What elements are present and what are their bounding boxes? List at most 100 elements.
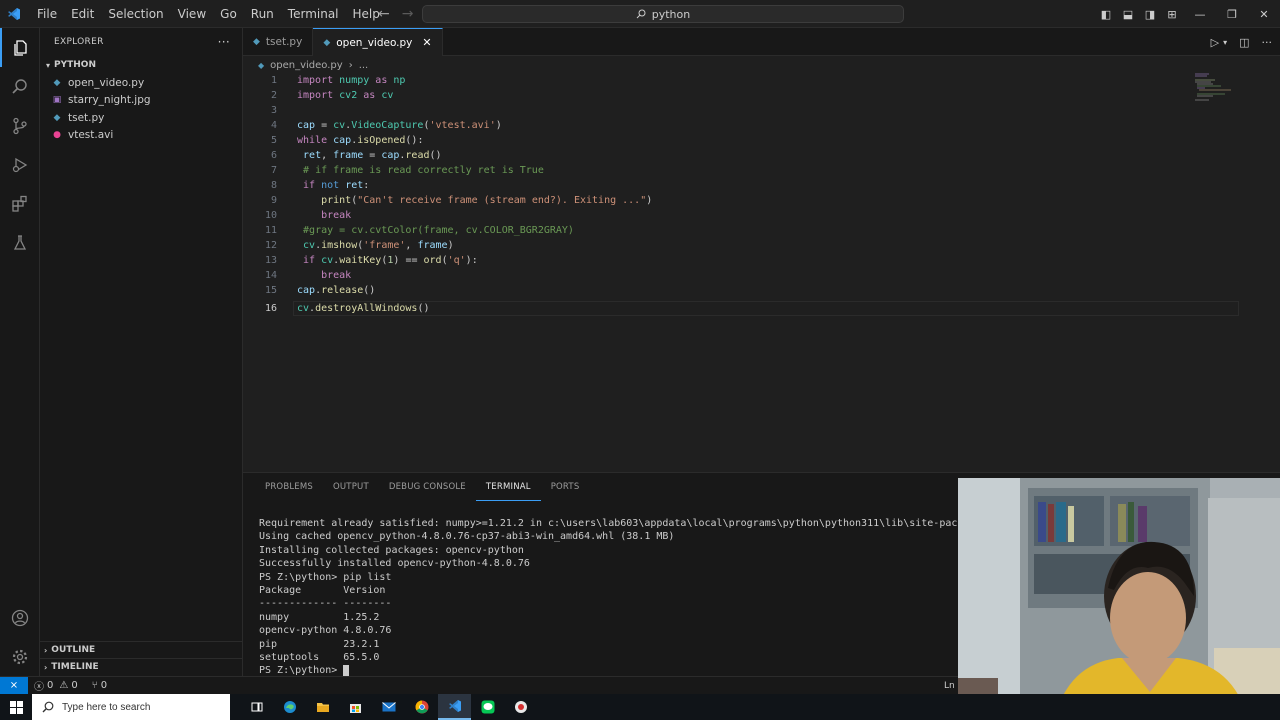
tab-label: open_video.py <box>336 36 413 49</box>
tab-output[interactable]: OUTPUT <box>323 473 379 501</box>
ports-status[interactable]: ⑂ 0 <box>92 680 107 691</box>
file-tset-py[interactable]: ◆ tset.py <box>40 109 242 127</box>
menu-terminal[interactable]: Terminal <box>281 0 346 28</box>
code-text: # if frame is read correctly ret is True <box>303 165 544 176</box>
menu-go[interactable]: Go <box>213 0 244 28</box>
toggle-sidebar-icon[interactable]: ◧ <box>1096 8 1116 21</box>
webcam-overlay <box>958 478 1280 720</box>
folder-label: PYTHON <box>54 60 96 70</box>
explorer-header: EXPLORER ··· <box>40 28 242 56</box>
split-editor-icon[interactable]: ◫ <box>1239 36 1249 49</box>
edge-browser-icon[interactable] <box>273 694 306 720</box>
tab-debug-console[interactable]: DEBUG CONSOLE <box>379 473 476 501</box>
taskbar-apps <box>240 694 537 720</box>
forward-arrow-icon[interactable]: → <box>402 6 414 22</box>
menu-run[interactable]: Run <box>244 0 281 28</box>
activity-bar-bottom <box>0 598 40 676</box>
file-starry-night-jpg[interactable]: ▣ starry_night.jpg <box>40 92 242 110</box>
presenter-video-image <box>958 478 1280 720</box>
file-label: open_video.py <box>68 76 145 89</box>
python-file-icon: ◆ <box>53 112 61 123</box>
code-text: while cap.isOpened(): <box>297 135 424 146</box>
manage-gear-icon[interactable] <box>0 637 40 676</box>
line-number: 14 <box>264 270 277 281</box>
menu-edit[interactable]: Edit <box>64 0 101 28</box>
code-editor[interactable]: 1 import numpy as np 2 import cv2 as cv 3 … <box>243 72 1280 472</box>
extensions-icon[interactable] <box>0 184 40 223</box>
editor-actions: ▷ ▾ ◫ ··· <box>1211 28 1272 56</box>
breadcrumb: ◆ open_video.py › ... <box>258 58 368 72</box>
search-icon <box>636 9 646 19</box>
line-number: 7 <box>270 165 277 176</box>
code-text: import cv2 as cv <box>297 90 394 101</box>
code-line: 16 cv.destroyAllWindows() <box>243 301 1193 316</box>
run-dropdown-chevron-icon[interactable]: ▾ <box>1223 38 1227 47</box>
file-open-video-py[interactable]: ◆ open_video.py <box>40 74 242 92</box>
file-vtest-avi[interactable]: ● vtest.avi <box>40 127 242 145</box>
testing-flask-icon[interactable] <box>0 223 40 262</box>
line-number: 5 <box>270 135 277 146</box>
remote-indicator-icon[interactable]: ⨯ <box>0 676 28 695</box>
task-view-icon[interactable] <box>240 694 273 720</box>
menu-view[interactable]: View <box>171 0 213 28</box>
more-actions-icon[interactable]: ··· <box>1262 36 1273 49</box>
tab-terminal[interactable]: TERMINAL <box>475 473 541 501</box>
code-line: 2 import cv2 as cv <box>243 88 1193 103</box>
tab-tset-py[interactable]: ◆ tset.py <box>243 28 314 56</box>
command-center-search[interactable]: python <box>422 5 904 23</box>
breadcrumb-symbol[interactable]: ... <box>359 60 369 71</box>
account-icon[interactable] <box>0 598 40 637</box>
taskbar-search-placeholder: Type here to search <box>62 701 151 713</box>
customize-layout-icon[interactable]: ⊞ <box>1162 8 1182 21</box>
tab-label: tset.py <box>265 36 303 48</box>
line-number: 6 <box>270 150 277 161</box>
menu-file[interactable]: File <box>30 0 64 28</box>
mail-icon[interactable] <box>372 694 405 720</box>
source-control-icon[interactable] <box>0 106 40 145</box>
menu-selection[interactable]: Selection <box>101 0 170 28</box>
tab-open-video-py[interactable]: ◆ open_video.py ✕ <box>313 28 443 56</box>
terminal-cursor <box>343 664 350 676</box>
code-line: 14 break <box>243 268 1193 283</box>
chrome-icon[interactable] <box>405 694 438 720</box>
windows-logo-icon <box>9 700 23 714</box>
search-view-icon[interactable] <box>0 67 40 106</box>
code-line: 6 ret, frame = cap.read() <box>243 148 1193 163</box>
code-text: cv.destroyAllWindows() <box>297 303 430 314</box>
activity-bar <box>0 28 40 676</box>
toggle-secondary-sidebar-icon[interactable]: ◨ <box>1140 8 1160 21</box>
problems-status[interactable]: ⓧ 0 ⚠ 0 <box>34 678 78 693</box>
start-button[interactable] <box>0 694 32 720</box>
folder-python[interactable]: ▾ PYTHON <box>40 56 242 74</box>
python-file-icon: ◆ <box>323 37 331 48</box>
more-actions-icon[interactable]: ··· <box>218 35 230 49</box>
minimap[interactable] <box>1195 72 1239 102</box>
close-tab-icon[interactable]: ✕ <box>422 36 431 49</box>
line-number: 15 <box>264 285 277 296</box>
code-line: 11 #gray = cv.cvtColor(frame, cv.COLOR_B… <box>243 223 1193 238</box>
line-app-icon[interactable] <box>471 694 504 720</box>
cursor-position[interactable]: Ln <box>944 681 955 691</box>
run-python-file-icon[interactable]: ▷ <box>1211 36 1219 49</box>
close-window-icon[interactable]: ✕ <box>1248 8 1280 21</box>
file-explorer-icon[interactable] <box>306 694 339 720</box>
store-icon[interactable] <box>339 694 372 720</box>
timeline-section[interactable]: › TIMELINE <box>40 658 243 675</box>
line-number: 3 <box>270 105 277 116</box>
line-number: 16 <box>264 303 277 314</box>
explorer-icon[interactable] <box>0 28 40 67</box>
vscode-logo-icon <box>0 0 28 28</box>
back-arrow-icon[interactable]: ← <box>378 6 390 22</box>
taskbar-search[interactable]: Type here to search <box>32 694 230 720</box>
toggle-panel-icon[interactable]: ⬓ <box>1118 8 1138 21</box>
outline-section[interactable]: › OUTLINE <box>40 641 243 658</box>
minimize-icon[interactable]: — <box>1184 8 1216 21</box>
breadcrumb-file[interactable]: open_video.py <box>270 60 343 71</box>
tab-problems[interactable]: PROBLEMS <box>255 473 323 501</box>
screen-recorder-icon[interactable] <box>504 694 537 720</box>
code-text: break <box>321 210 352 221</box>
restore-icon[interactable]: ❐ <box>1216 8 1248 21</box>
run-debug-icon[interactable] <box>0 145 40 184</box>
vscode-taskbar-icon[interactable] <box>438 694 471 720</box>
tab-ports[interactable]: PORTS <box>541 473 590 501</box>
